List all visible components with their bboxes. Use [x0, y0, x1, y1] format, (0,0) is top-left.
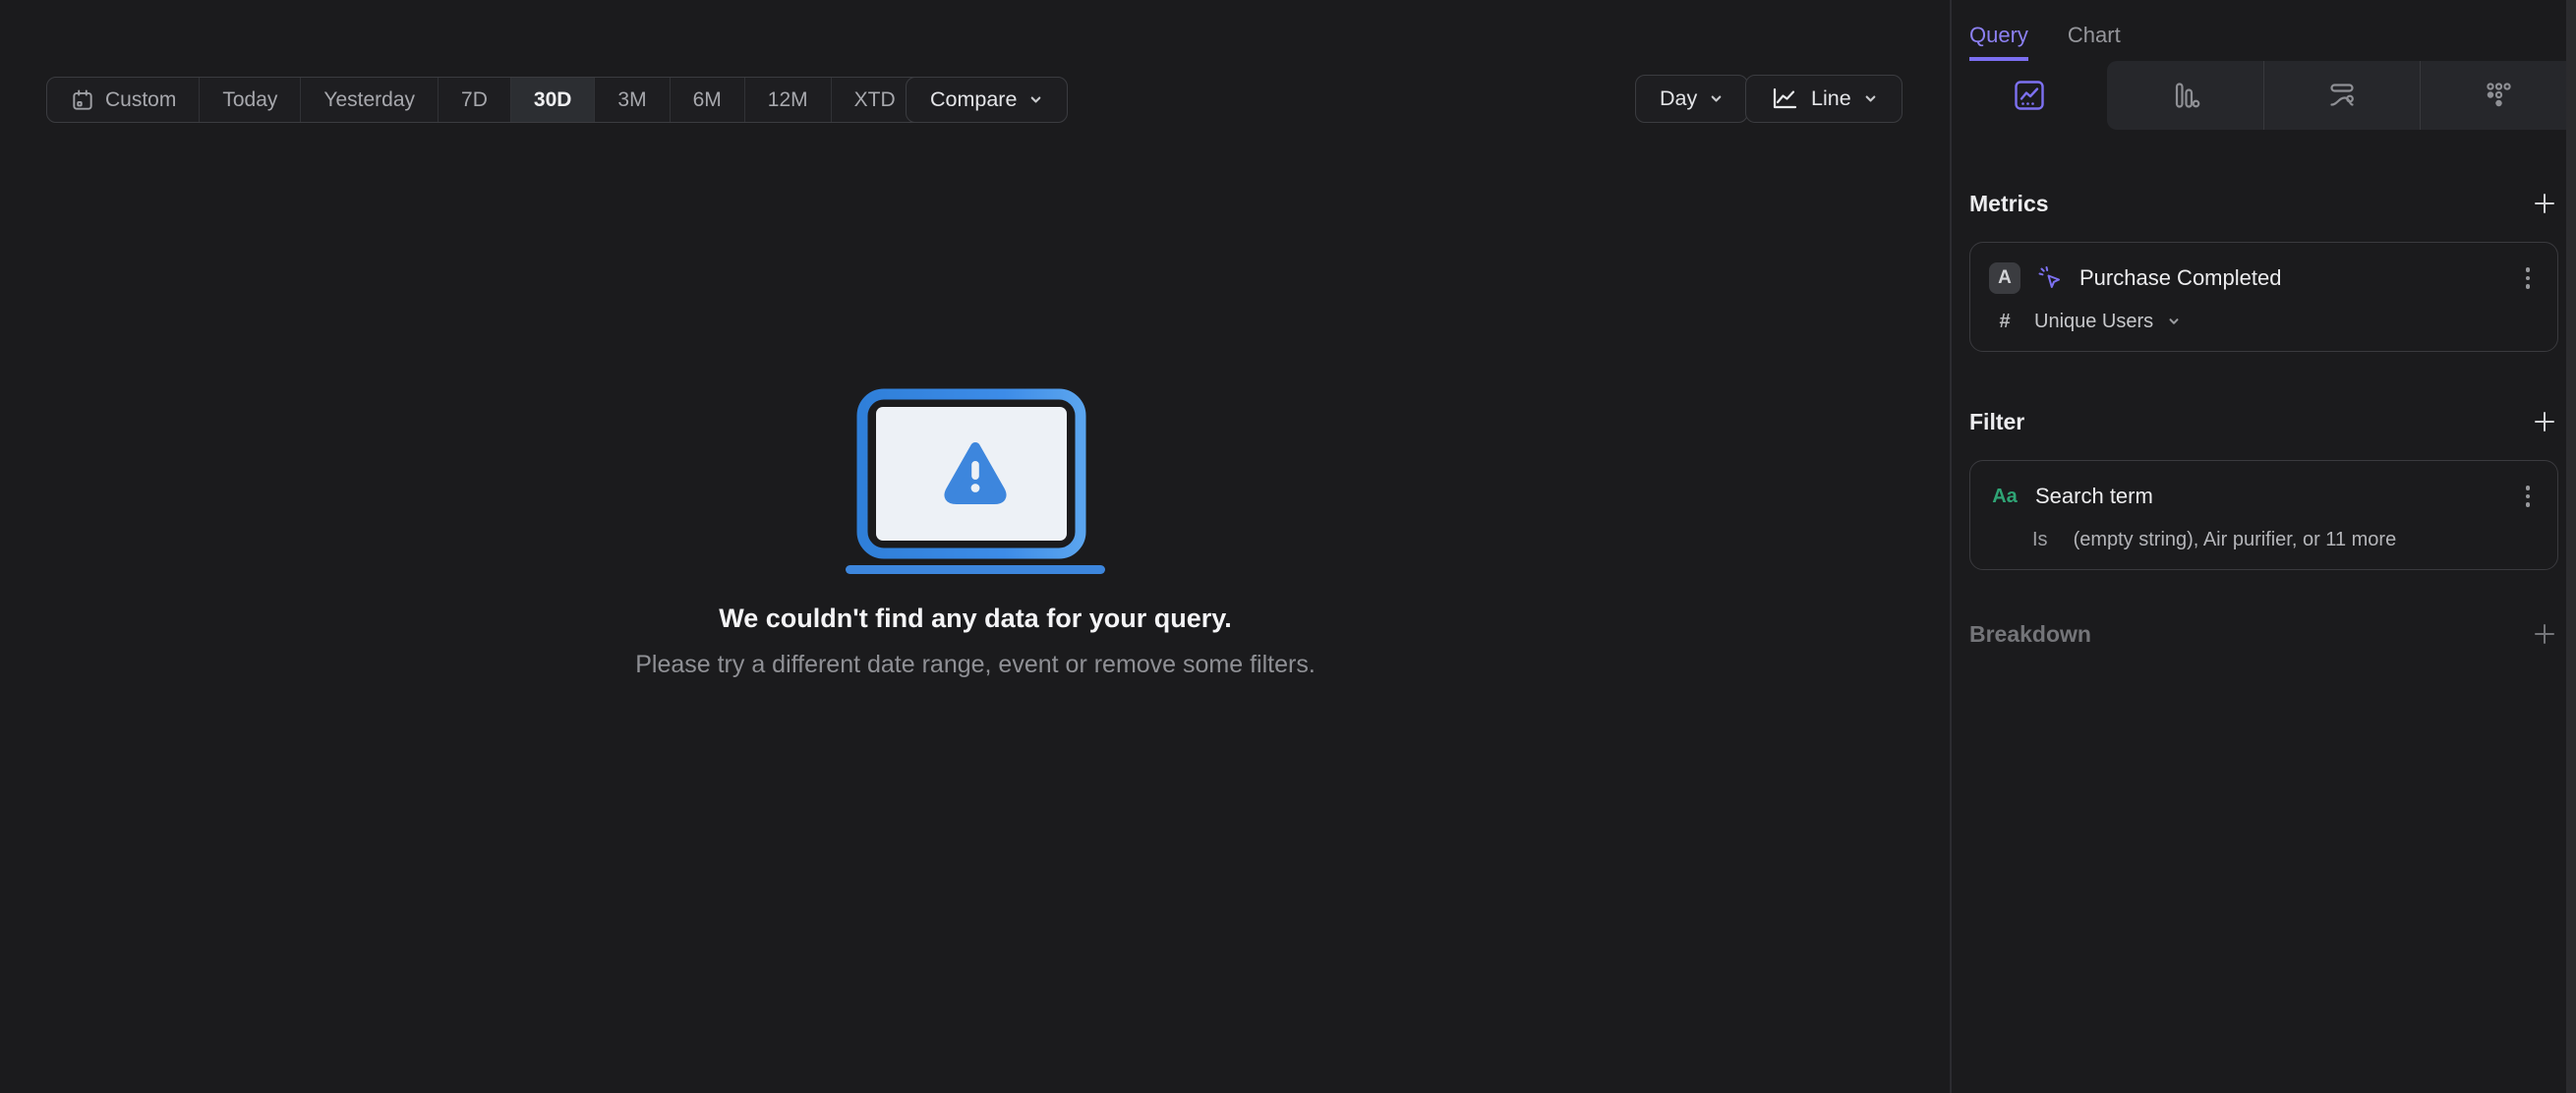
filter-property-name[interactable]: Search term: [2035, 484, 2502, 509]
report-type-retention[interactable]: [2419, 61, 2576, 130]
insights-line-chart-icon: [2015, 81, 2044, 110]
compare-button[interactable]: Compare: [906, 77, 1069, 123]
calendar-icon: [73, 88, 92, 110]
chart-type-dropdown[interactable]: Line: [1745, 75, 1903, 123]
chevron-down-icon: [1711, 95, 1722, 102]
date-range-30d[interactable]: 30D: [509, 78, 595, 122]
property-type-badge: Aa: [1992, 485, 2018, 507]
funnels-bar-chart-icon: [2176, 83, 2200, 108]
main-chart-area: Custom Today Yesterday 7D 30D 3M 6M 12M …: [0, 0, 1951, 1093]
chevron-down-icon: [2169, 318, 2179, 324]
line-chart-icon: [1773, 87, 1797, 109]
plus-icon: [2535, 412, 2554, 431]
date-range-yesterday[interactable]: Yesterday: [300, 78, 438, 122]
filter-value[interactable]: (empty string), Air purifier, or 11 more: [2074, 529, 2397, 551]
metrics-title: Metrics: [1969, 190, 2049, 216]
retention-dots-icon: [2487, 83, 2511, 107]
filter-kebab-menu-icon[interactable]: [2517, 482, 2539, 511]
filter-title: Filter: [1969, 408, 2025, 434]
date-range-7d[interactable]: 7D: [438, 78, 510, 122]
metric-event-name[interactable]: Purchase Completed: [2079, 265, 2502, 291]
date-range-3m[interactable]: 3M: [594, 78, 669, 122]
report-type-insights[interactable]: [1952, 61, 2107, 130]
flows-sankey-icon: [2330, 84, 2354, 106]
date-range-today[interactable]: Today: [199, 78, 300, 122]
breakdown-title: Breakdown: [1969, 620, 2091, 647]
panel-tabs: Query Chart: [1969, 0, 2121, 61]
interval-dropdown[interactable]: Day: [1635, 75, 1749, 123]
empty-state-title: We couldn't find any data for your query…: [719, 604, 1232, 633]
metrics-header: Metrics: [1969, 189, 2558, 218]
tab-query[interactable]: Query: [1969, 23, 2028, 61]
empty-state: We couldn't find any data for your query…: [0, 388, 1951, 679]
chevron-down-icon: [1865, 95, 1875, 102]
event-click-icon: [2038, 266, 2060, 288]
query-sections: Metrics A Purchase Completed # Unique Us…: [1969, 130, 2558, 649]
date-range-12m[interactable]: 12M: [743, 78, 831, 122]
aggregation-symbol: #: [1999, 310, 2011, 332]
filter-header: Filter: [1969, 407, 2558, 436]
metric-kebab-menu-icon[interactable]: [2517, 263, 2539, 293]
no-data-laptop-warning-icon: [846, 388, 1105, 574]
empty-state-subtitle: Please try a different date range, event…: [635, 651, 1316, 678]
date-range-selector: Custom Today Yesterday 7D 30D 3M 6M 12M …: [46, 77, 942, 123]
query-builder-panel: Query Chart Metrics A Purchase Completed…: [1952, 0, 2576, 1093]
date-range-6m[interactable]: 6M: [669, 78, 744, 122]
report-type-selector: [1952, 61, 2576, 130]
add-breakdown-button[interactable]: [2531, 620, 2558, 648]
date-range-custom[interactable]: Custom: [47, 78, 199, 122]
plus-icon: [2535, 194, 2554, 213]
breakdown-header: Breakdown: [1969, 619, 2558, 649]
plus-icon: [2535, 624, 2554, 644]
filter-operator[interactable]: Is: [2032, 529, 2048, 551]
filter-card[interactable]: Aa Search term Is (empty string), Air pu…: [1969, 460, 2558, 570]
sidebar-scrollbar[interactable]: [2566, 0, 2576, 1093]
add-filter-button[interactable]: [2531, 408, 2558, 435]
add-metric-button[interactable]: [2531, 190, 2558, 217]
report-type-funnels[interactable]: [2107, 61, 2263, 130]
metric-card[interactable]: A Purchase Completed # Unique Users: [1969, 242, 2558, 352]
aggregation-dropdown[interactable]: Unique Users: [2034, 311, 2153, 333]
date-range-label: Custom: [105, 87, 177, 111]
tab-chart[interactable]: Chart: [2068, 23, 2121, 61]
chevron-down-icon: [1031, 96, 1041, 103]
metric-letter-badge: A: [1989, 262, 2020, 294]
report-type-flows[interactable]: [2262, 61, 2420, 130]
